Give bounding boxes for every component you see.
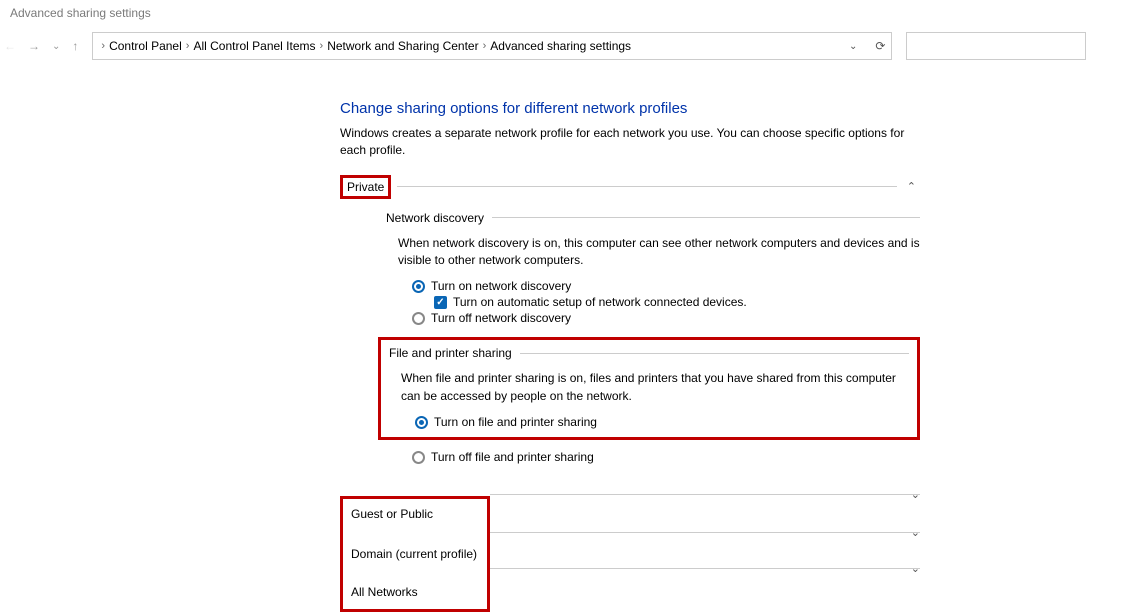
chevron-right-icon: › xyxy=(101,40,105,52)
content-area: Change sharing options for different net… xyxy=(340,100,920,588)
fps-options-extra: Turn off file and printer sharing xyxy=(412,450,920,464)
collapsed-sections: Guest or Public Domain (current profile)… xyxy=(340,480,920,588)
highlight-collapsed: Guest or Public Domain (current profile)… xyxy=(340,496,490,612)
chevron-down-icon[interactable]: ⌄ xyxy=(52,41,60,52)
section-title: Private xyxy=(347,180,384,194)
chevron-down-icon[interactable]: ⌄ xyxy=(911,526,920,539)
window-title: Advanced sharing settings xyxy=(0,0,1137,26)
fps-desc: When file and printer sharing is on, fil… xyxy=(389,360,909,405)
forward-icon[interactable]: → xyxy=(28,39,40,53)
network-discovery-desc: When network discovery is on, this compu… xyxy=(386,225,920,270)
checkbox-icon: ✓ xyxy=(434,296,447,309)
chevron-right-icon: › xyxy=(483,40,487,52)
search-input[interactable] xyxy=(906,32,1086,60)
subhead-label: File and printer sharing xyxy=(389,346,520,360)
nav-arrows: ← → ⌄ ↑ xyxy=(0,39,78,53)
page-heading: Change sharing options for different net… xyxy=(340,100,920,117)
subhead-label: Network discovery xyxy=(386,211,492,225)
radio-label: Turn off file and printer sharing xyxy=(431,450,594,464)
chevron-up-icon[interactable]: ⌃ xyxy=(903,180,920,193)
page-description: Windows creates a separate network profi… xyxy=(340,125,920,159)
subhead-network-discovery: Network discovery xyxy=(386,211,920,225)
highlight-private: Private xyxy=(340,175,391,199)
radio-label: Turn on network discovery xyxy=(431,279,571,293)
divider xyxy=(520,353,909,354)
subhead-fps: File and printer sharing xyxy=(389,346,909,360)
breadcrumb-item[interactable]: Control Panel xyxy=(109,39,182,53)
radio-label: Turn off network discovery xyxy=(431,311,571,325)
radio-icon xyxy=(412,451,425,464)
chevron-right-icon: › xyxy=(320,40,324,52)
section-domain-title[interactable]: Domain (current profile) xyxy=(351,547,479,561)
chevron-down-icon[interactable]: ⌄ xyxy=(911,488,920,501)
radio-icon xyxy=(412,312,425,325)
checkbox-label: Turn on automatic setup of network conne… xyxy=(453,295,747,309)
address-bar[interactable]: › Control Panel › All Control Panel Item… xyxy=(92,32,892,60)
chevron-down-icon[interactable]: ⌄ xyxy=(849,41,857,52)
up-icon[interactable]: ↑ xyxy=(72,39,78,53)
radio-nd-on[interactable]: Turn on network discovery xyxy=(412,279,920,293)
radio-fps-on[interactable]: Turn on file and printer sharing xyxy=(415,415,909,429)
breadcrumb-item[interactable]: All Control Panel Items xyxy=(193,39,315,53)
chevron-down-icon[interactable]: ⌄ xyxy=(911,562,920,575)
section-private-header[interactable]: Private ⌃ xyxy=(340,175,920,199)
refresh-icon[interactable]: ⟳ xyxy=(875,39,885,53)
nav-bar: ← → ⌄ ↑ › Control Panel › All Control Pa… xyxy=(0,26,1137,70)
checkbox-auto-setup[interactable]: ✓ Turn on automatic setup of network con… xyxy=(434,295,920,309)
radio-icon xyxy=(412,280,425,293)
section-all-title[interactable]: All Networks xyxy=(351,585,479,599)
section-guest-title[interactable]: Guest or Public xyxy=(351,507,479,521)
radio-label: Turn on file and printer sharing xyxy=(434,415,597,429)
radio-fps-off[interactable]: Turn off file and printer sharing xyxy=(412,450,920,464)
radio-icon xyxy=(415,416,428,429)
divider xyxy=(397,186,896,187)
back-icon[interactable]: ← xyxy=(4,39,16,53)
fps-options: Turn on file and printer sharing xyxy=(415,415,909,429)
divider xyxy=(492,217,920,218)
breadcrumb-item[interactable]: Advanced sharing settings xyxy=(490,39,631,53)
network-discovery-options: Turn on network discovery ✓ Turn on auto… xyxy=(412,279,920,325)
highlight-fps: File and printer sharing When file and p… xyxy=(378,337,920,440)
chevron-right-icon: › xyxy=(186,40,190,52)
breadcrumb-item[interactable]: Network and Sharing Center xyxy=(327,39,478,53)
radio-nd-off[interactable]: Turn off network discovery xyxy=(412,311,920,325)
